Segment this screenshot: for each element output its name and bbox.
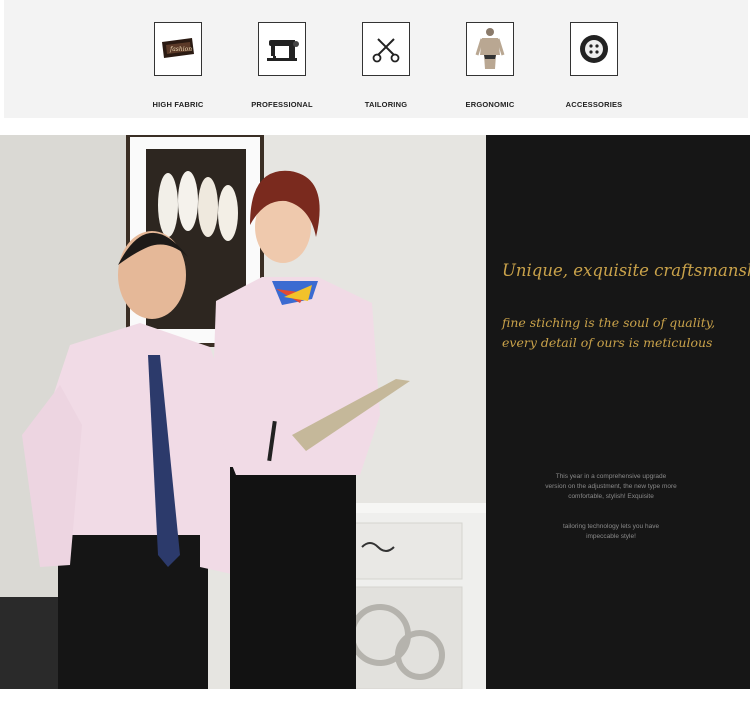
sewing-machine-icon	[267, 40, 299, 61]
panel-small-line: impeccable style!	[586, 533, 636, 540]
feature-label: ACCESSORIES	[565, 100, 623, 109]
man-trousers	[58, 535, 208, 689]
photo-illustration	[0, 135, 486, 689]
panel-small-line: comfortable, stylish! Exquisite	[568, 493, 654, 500]
panel-small-text: This year in a comprehensive upgrade ver…	[516, 472, 706, 502]
scissors-icon	[372, 38, 400, 63]
text-panel: Unique, exquisite craftsmanship fine sti…	[486, 135, 750, 689]
feature-icon-box: fashion	[154, 22, 202, 76]
feature-high-fabric: fashion HIGH FABRIC	[128, 22, 228, 109]
fabric-tag-text: fashion	[169, 46, 192, 53]
feature-bar: fashion HIGH FABRIC PROFESSIONAL TAILORI…	[4, 0, 748, 118]
panel-small-line: version on the adjustment, the new type …	[545, 483, 677, 490]
feature-icon-box	[570, 22, 618, 76]
button-icon	[580, 35, 608, 63]
feature-label: HIGH FABRIC	[152, 100, 204, 109]
panel-subtext-line: every detail of ours is meticulous	[502, 335, 713, 350]
panel-small-text: tailoring technology lets you have impec…	[516, 522, 706, 542]
feature-label: ERGONOMIC	[465, 100, 515, 109]
panel-small-line: tailoring technology lets you have	[562, 523, 660, 530]
panel-small-line: This year in a comprehensive upgrade	[555, 473, 667, 480]
product-photo	[0, 135, 486, 689]
panel-subtext-line: fine stiching is the soul of quality,	[502, 315, 716, 330]
panel-headline: Unique, exquisite craftsmanship	[502, 261, 750, 280]
feature-ergonomic: ERGONOMIC	[440, 22, 540, 109]
feature-accessories: ACCESSORIES	[544, 22, 644, 109]
body-figure-icon	[475, 28, 505, 69]
fabric-tag-icon: fashion	[162, 38, 194, 58]
feature-professional: PROFESSIONAL	[232, 22, 332, 109]
panel-subtext: fine stiching is the soul of quality, ev…	[502, 313, 742, 353]
feature-label: PROFESSIONAL	[251, 100, 313, 109]
feature-label: TAILORING	[364, 100, 408, 109]
feature-icon-box	[258, 22, 306, 76]
woman-shirt	[212, 277, 380, 475]
woman-trousers	[230, 467, 356, 689]
feature-icon-box	[362, 22, 410, 76]
feature-icon-box	[466, 22, 514, 76]
feature-tailoring: TAILORING	[336, 22, 436, 109]
